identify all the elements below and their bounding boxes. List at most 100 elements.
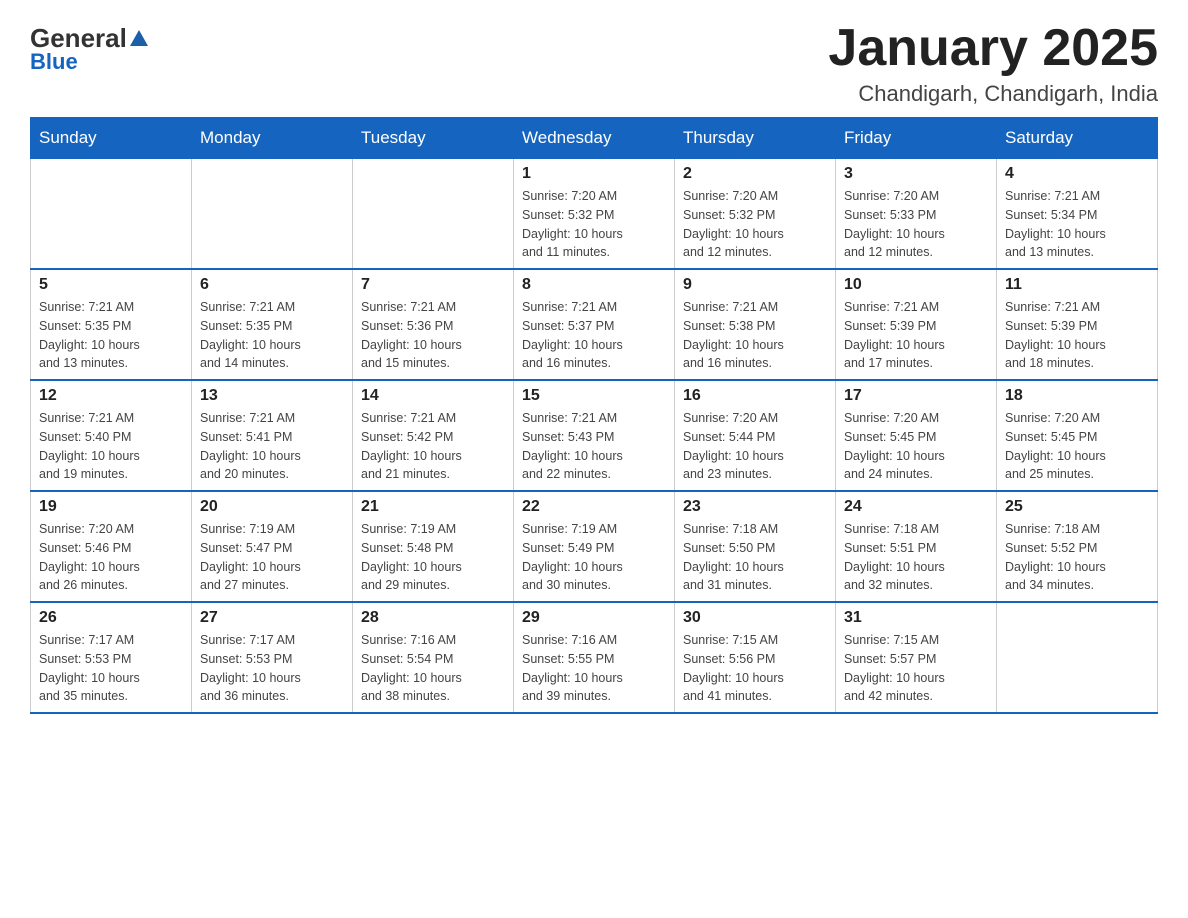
day-info: Sunrise: 7:21 AM Sunset: 5:39 PM Dayligh… bbox=[1005, 298, 1149, 373]
day-info: Sunrise: 7:19 AM Sunset: 5:48 PM Dayligh… bbox=[361, 520, 505, 595]
logo-general-text: General bbox=[30, 25, 148, 51]
calendar-cell: 3 Sunrise: 7:20 AM Sunset: 5:33 PM Daylig… bbox=[836, 159, 997, 270]
calendar-cell: 5Sunrise: 7:21 AM Sunset: 5:35 PM Daylig… bbox=[31, 269, 192, 380]
location-text: Chandigarh, Chandigarh, India bbox=[828, 81, 1158, 107]
calendar-cell: 19Sunrise: 7:20 AM Sunset: 5:46 PM Dayli… bbox=[31, 491, 192, 602]
calendar-table: SundayMondayTuesdayWednesdayThursdayFrid… bbox=[30, 117, 1158, 714]
day-header-sunday: Sunday bbox=[31, 118, 192, 159]
day-header-saturday: Saturday bbox=[997, 118, 1158, 159]
day-number: 30 bbox=[683, 609, 827, 627]
calendar-cell: 9 Sunrise: 7:21 AM Sunset: 5:38 PM Daylig… bbox=[675, 269, 836, 380]
day-number: 15 bbox=[522, 387, 666, 405]
calendar-cell: 15 Sunrise: 7:21 AM Sunset: 5:43 PM Dayli… bbox=[514, 380, 675, 491]
calendar-cell: 11 Sunrise: 7:21 AM Sunset: 5:39 PM Dayli… bbox=[997, 269, 1158, 380]
calendar-header-row: SundayMondayTuesdayWednesdayThursdayFrid… bbox=[31, 118, 1158, 159]
day-info: Sunrise: 7:18 AM Sunset: 5:50 PM Dayligh… bbox=[683, 520, 827, 595]
calendar-cell: 23 Sunrise: 7:18 AM Sunset: 5:50 PM Dayli… bbox=[675, 491, 836, 602]
calendar-cell: 7 Sunrise: 7:21 AM Sunset: 5:36 PM Daylig… bbox=[353, 269, 514, 380]
calendar-cell: 25 Sunrise: 7:18 AM Sunset: 5:52 PM Dayli… bbox=[997, 491, 1158, 602]
calendar-cell: 16Sunrise: 7:20 AM Sunset: 5:44 PM Dayli… bbox=[675, 380, 836, 491]
day-info: Sunrise: 7:21 AM Sunset: 5:37 PM Dayligh… bbox=[522, 298, 666, 373]
calendar-cell: 22 Sunrise: 7:19 AM Sunset: 5:49 PM Dayli… bbox=[514, 491, 675, 602]
calendar-cell: 1Sunrise: 7:20 AM Sunset: 5:32 PM Daylig… bbox=[514, 159, 675, 270]
day-info: Sunrise: 7:18 AM Sunset: 5:52 PM Dayligh… bbox=[1005, 520, 1149, 595]
day-info: Sunrise: 7:20 AM Sunset: 5:45 PM Dayligh… bbox=[1005, 409, 1149, 484]
title-section: January 2025 Chandigarh, Chandigarh, Ind… bbox=[828, 20, 1158, 107]
day-info: Sunrise: 7:21 AM Sunset: 5:41 PM Dayligh… bbox=[200, 409, 344, 484]
week-row-2: 5Sunrise: 7:21 AM Sunset: 5:35 PM Daylig… bbox=[31, 269, 1158, 380]
day-number: 27 bbox=[200, 609, 344, 627]
day-number: 7 bbox=[361, 276, 505, 294]
month-title: January 2025 bbox=[828, 20, 1158, 77]
calendar-cell bbox=[31, 159, 192, 270]
calendar-cell: 14Sunrise: 7:21 AM Sunset: 5:42 PM Dayli… bbox=[353, 380, 514, 491]
day-number: 3 bbox=[844, 165, 988, 183]
day-number: 25 bbox=[1005, 498, 1149, 516]
day-number: 17 bbox=[844, 387, 988, 405]
calendar-cell: 6Sunrise: 7:21 AM Sunset: 5:35 PM Daylig… bbox=[192, 269, 353, 380]
day-header-friday: Friday bbox=[836, 118, 997, 159]
day-header-wednesday: Wednesday bbox=[514, 118, 675, 159]
logo: General Blue bbox=[30, 20, 148, 73]
calendar-cell: 31Sunrise: 7:15 AM Sunset: 5:57 PM Dayli… bbox=[836, 602, 997, 713]
calendar-cell: 8 Sunrise: 7:21 AM Sunset: 5:37 PM Daylig… bbox=[514, 269, 675, 380]
calendar-cell: 2 Sunrise: 7:20 AM Sunset: 5:32 PM Daylig… bbox=[675, 159, 836, 270]
day-number: 24 bbox=[844, 498, 988, 516]
calendar-cell: 12Sunrise: 7:21 AM Sunset: 5:40 PM Dayli… bbox=[31, 380, 192, 491]
calendar-cell: 21 Sunrise: 7:19 AM Sunset: 5:48 PM Dayli… bbox=[353, 491, 514, 602]
day-number: 9 bbox=[683, 276, 827, 294]
calendar-cell: 20Sunrise: 7:19 AM Sunset: 5:47 PM Dayli… bbox=[192, 491, 353, 602]
day-header-tuesday: Tuesday bbox=[353, 118, 514, 159]
day-number: 13 bbox=[200, 387, 344, 405]
calendar-cell: 10Sunrise: 7:21 AM Sunset: 5:39 PM Dayli… bbox=[836, 269, 997, 380]
calendar-cell bbox=[997, 602, 1158, 713]
day-info: Sunrise: 7:20 AM Sunset: 5:32 PM Dayligh… bbox=[522, 187, 666, 262]
day-info: Sunrise: 7:21 AM Sunset: 5:43 PM Dayligh… bbox=[522, 409, 666, 484]
calendar-cell: 13 Sunrise: 7:21 AM Sunset: 5:41 PM Dayli… bbox=[192, 380, 353, 491]
week-row-3: 12Sunrise: 7:21 AM Sunset: 5:40 PM Dayli… bbox=[31, 380, 1158, 491]
day-number: 14 bbox=[361, 387, 505, 405]
day-number: 16 bbox=[683, 387, 827, 405]
day-number: 10 bbox=[844, 276, 988, 294]
day-info: Sunrise: 7:21 AM Sunset: 5:35 PM Dayligh… bbox=[39, 298, 183, 373]
day-info: Sunrise: 7:15 AM Sunset: 5:56 PM Dayligh… bbox=[683, 631, 827, 706]
day-number: 23 bbox=[683, 498, 827, 516]
day-number: 8 bbox=[522, 276, 666, 294]
calendar-cell: 17 Sunrise: 7:20 AM Sunset: 5:45 PM Dayli… bbox=[836, 380, 997, 491]
day-number: 22 bbox=[522, 498, 666, 516]
week-row-4: 19Sunrise: 7:20 AM Sunset: 5:46 PM Dayli… bbox=[31, 491, 1158, 602]
day-number: 2 bbox=[683, 165, 827, 183]
calendar-cell bbox=[192, 159, 353, 270]
day-number: 21 bbox=[361, 498, 505, 516]
day-number: 29 bbox=[522, 609, 666, 627]
day-number: 18 bbox=[1005, 387, 1149, 405]
day-info: Sunrise: 7:21 AM Sunset: 5:40 PM Dayligh… bbox=[39, 409, 183, 484]
day-info: Sunrise: 7:20 AM Sunset: 5:32 PM Dayligh… bbox=[683, 187, 827, 262]
logo-blue-text: Blue bbox=[30, 51, 78, 73]
day-header-thursday: Thursday bbox=[675, 118, 836, 159]
day-number: 11 bbox=[1005, 276, 1149, 294]
calendar-cell: 28Sunrise: 7:16 AM Sunset: 5:54 PM Dayli… bbox=[353, 602, 514, 713]
day-number: 28 bbox=[361, 609, 505, 627]
day-number: 26 bbox=[39, 609, 183, 627]
day-info: Sunrise: 7:16 AM Sunset: 5:55 PM Dayligh… bbox=[522, 631, 666, 706]
day-header-monday: Monday bbox=[192, 118, 353, 159]
calendar-cell: 4Sunrise: 7:21 AM Sunset: 5:34 PM Daylig… bbox=[997, 159, 1158, 270]
calendar-cell: 26Sunrise: 7:17 AM Sunset: 5:53 PM Dayli… bbox=[31, 602, 192, 713]
calendar-cell: 24Sunrise: 7:18 AM Sunset: 5:51 PM Dayli… bbox=[836, 491, 997, 602]
day-info: Sunrise: 7:20 AM Sunset: 5:33 PM Dayligh… bbox=[844, 187, 988, 262]
day-info: Sunrise: 7:19 AM Sunset: 5:47 PM Dayligh… bbox=[200, 520, 344, 595]
day-info: Sunrise: 7:17 AM Sunset: 5:53 PM Dayligh… bbox=[200, 631, 344, 706]
week-row-1: 1Sunrise: 7:20 AM Sunset: 5:32 PM Daylig… bbox=[31, 159, 1158, 270]
day-info: Sunrise: 7:21 AM Sunset: 5:36 PM Dayligh… bbox=[361, 298, 505, 373]
calendar-cell: 18 Sunrise: 7:20 AM Sunset: 5:45 PM Dayli… bbox=[997, 380, 1158, 491]
day-info: Sunrise: 7:20 AM Sunset: 5:45 PM Dayligh… bbox=[844, 409, 988, 484]
day-info: Sunrise: 7:20 AM Sunset: 5:46 PM Dayligh… bbox=[39, 520, 183, 595]
day-info: Sunrise: 7:21 AM Sunset: 5:35 PM Dayligh… bbox=[200, 298, 344, 373]
day-info: Sunrise: 7:15 AM Sunset: 5:57 PM Dayligh… bbox=[844, 631, 988, 706]
calendar-cell: 29 Sunrise: 7:16 AM Sunset: 5:55 PM Dayli… bbox=[514, 602, 675, 713]
calendar-cell: 30 Sunrise: 7:15 AM Sunset: 5:56 PM Dayli… bbox=[675, 602, 836, 713]
day-number: 4 bbox=[1005, 165, 1149, 183]
day-info: Sunrise: 7:21 AM Sunset: 5:38 PM Dayligh… bbox=[683, 298, 827, 373]
day-info: Sunrise: 7:19 AM Sunset: 5:49 PM Dayligh… bbox=[522, 520, 666, 595]
